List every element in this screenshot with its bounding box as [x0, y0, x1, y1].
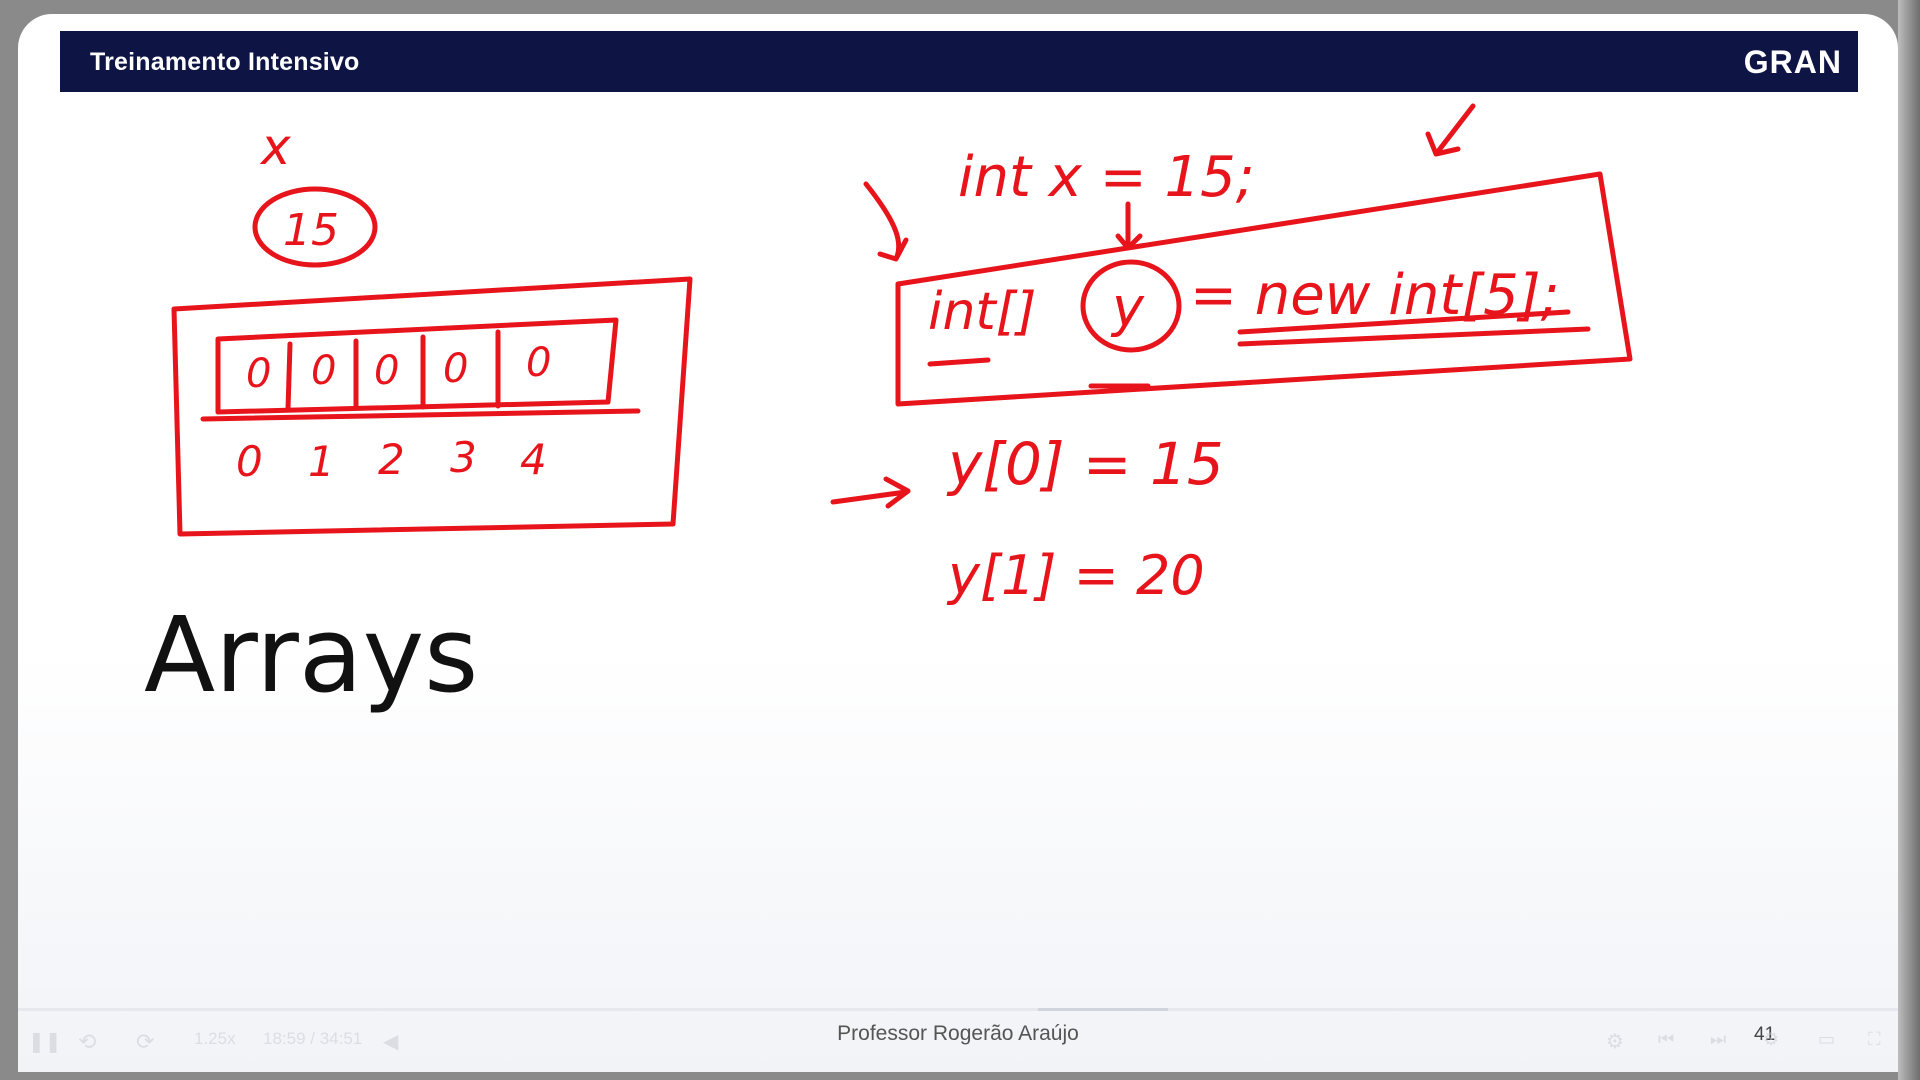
settings-gear-icon[interactable]: ⚙ [1763, 1029, 1779, 1050]
time-display: 18:59 / 34:51 [263, 1029, 363, 1048]
ink-index-2: 2 [378, 435, 405, 484]
window-edge [1898, 0, 1920, 1080]
slide-frame: Treinamento Intensivo GRAN x 15 0 0 0 0 … [18, 14, 1898, 1072]
ink-array-indices: 0 1 2 3 4 [236, 433, 547, 486]
ink-index-4: 4 [520, 435, 547, 484]
ink-code-line-1: int x = 15; [958, 145, 1255, 210]
ink-arrow-down [1115, 201, 1143, 251]
ink-array-cells [215, 317, 619, 415]
fullscreen-icon[interactable]: ⛶ [1868, 1029, 1881, 1050]
ink-code-type: int[] [928, 282, 1036, 342]
forward-icon[interactable]: ⟳ [136, 1029, 154, 1055]
speed-button[interactable]: 1.25x [194, 1029, 236, 1049]
pip-icon[interactable]: ▭ [1818, 1029, 1835, 1050]
handwritten-annotations: x 15 0 0 0 0 0 0 1 2 3 4 int x = 15; int… [171, 103, 1633, 607]
ink-assign-1: y[0] = 15 [946, 430, 1224, 498]
ink-pointer-arrow [830, 476, 911, 509]
ink-cell-1: 0 [311, 348, 336, 394]
prev-icon[interactable]: ⏮ [1658, 1029, 1674, 1050]
ink-arrow-left-marker [863, 181, 909, 262]
progress-fill [1038, 1008, 1168, 1011]
ink-var-label: x [259, 118, 291, 176]
next-icon[interactable]: ⏭ [1710, 1029, 1726, 1050]
progress-track[interactable] [18, 1008, 1898, 1011]
pause-icon[interactable]: ❚❚ [28, 1029, 62, 1054]
video-player-controls: ❚❚ ⟲ ⟳ 1.25x 18:59 / 34:51 ◀ ⚙ ⏮ ⏭ ⚙ ▭ ⛶ [18, 1019, 1898, 1072]
slide-heading: Arrays [144, 594, 479, 716]
volume-icon[interactable]: ◀ [383, 1029, 398, 1054]
ink-code-var: y [1110, 276, 1145, 339]
ink-cell-3: 0 [443, 346, 468, 392]
ink-cell-4: 0 [526, 340, 551, 386]
ink-index-3: 3 [450, 433, 477, 482]
settings-icon[interactable]: ⚙ [1606, 1029, 1624, 1054]
ink-arrow-right-marker [1425, 103, 1476, 157]
ink-cell-0: 0 [246, 351, 271, 397]
ink-index-0: 0 [236, 437, 263, 486]
ink-var-value: 15 [283, 205, 339, 256]
ink-cell-2: 0 [374, 348, 399, 394]
rewind-icon[interactable]: ⟲ [78, 1029, 96, 1055]
ink-assign-2: y[1] = 20 [946, 544, 1205, 607]
ink-index-1: 1 [308, 437, 335, 486]
